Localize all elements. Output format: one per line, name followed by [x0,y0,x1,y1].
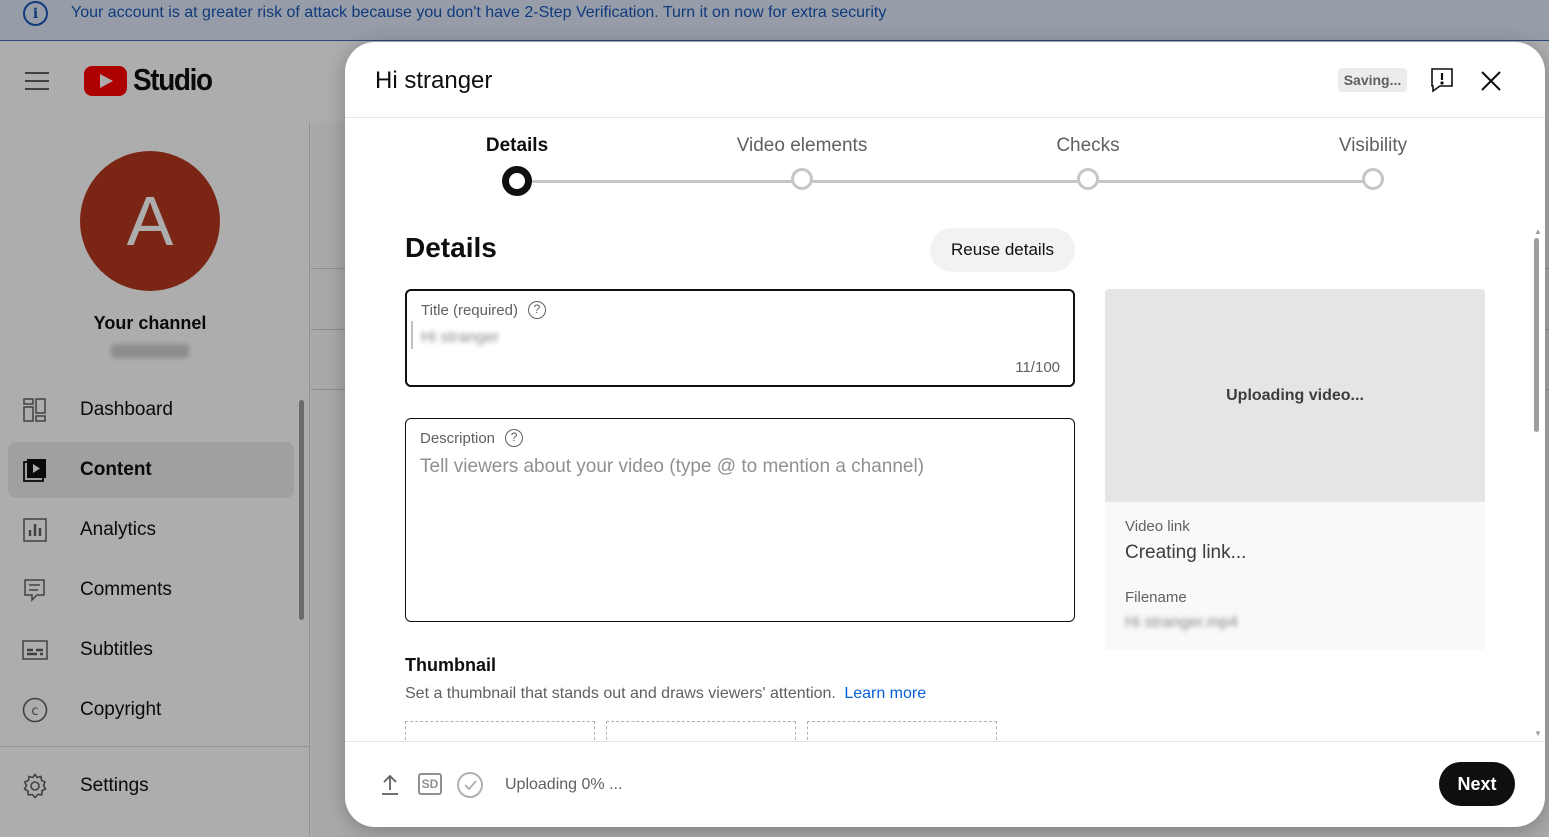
thumbnail-heading: Thumbnail [405,655,496,675]
thumbnail-option-slot[interactable] [606,721,796,741]
thumbnail-description-text: Set a thumbnail that stands out and draw… [405,685,836,702]
checks-status-icon [457,772,483,798]
step-video-elements[interactable]: Video elements [702,135,902,190]
step-checks[interactable]: Checks [988,135,1188,190]
next-button[interactable]: Next [1439,762,1515,806]
step-indicator [502,166,532,196]
title-label-text: Title (required) [421,301,518,319]
video-link-value: Creating link... [1125,542,1247,563]
step-indicator [1077,168,1099,190]
step-visibility[interactable]: Visibility [1273,135,1473,190]
title-field-label: Title (required) ? [421,301,546,319]
description-field[interactable]: Description ? Tell viewers about your vi… [405,418,1075,622]
upload-icon[interactable] [377,772,403,798]
scroll-up-arrow-icon[interactable]: ▲ [1534,227,1542,236]
description-field-label: Description ? [420,429,524,447]
description-label-text: Description [420,429,496,447]
upload-progress-text: Uploading 0% ... [505,776,623,793]
filename-value: Hi stranger.mp4 [1125,614,1238,631]
details-content: Details Reuse details Title (required) ?… [345,227,1545,741]
filename-label: Filename [1125,589,1187,606]
title-input-value[interactable]: Hi stranger [421,329,499,347]
description-input-placeholder[interactable]: Tell viewers about your video (type @ to… [420,456,924,478]
step-label: Details [485,135,549,156]
learn-more-link[interactable]: Learn more [844,685,926,702]
sd-quality-icon: SD [418,773,442,795]
text-cursor [411,321,413,349]
thumbnail-description: Set a thumbnail that stands out and draw… [405,685,926,703]
video-preview-card: Uploading video... Video link Creating l… [1105,289,1485,650]
step-label: Visibility [1338,135,1408,156]
section-heading: Details [405,232,497,263]
feedback-icon[interactable] [1430,67,1454,93]
dialog-footer-divider [345,741,1545,742]
scroll-down-arrow-icon[interactable]: ▼ [1534,729,1542,738]
title-char-count: 11/100 [1015,359,1060,376]
video-preview-area: Uploading video... [1105,289,1485,502]
step-details[interactable]: Details [417,135,617,196]
saving-status-badge: Saving... [1338,68,1407,92]
step-indicator [1362,168,1384,190]
content-scrollbar[interactable] [1534,238,1539,432]
help-icon[interactable]: ? [527,301,546,319]
close-icon[interactable] [1478,68,1504,94]
thumbnail-option-slot[interactable] [807,721,997,741]
thumbnail-upload-slot[interactable] [405,721,595,741]
step-label: Video elements [736,135,868,156]
step-indicator [791,168,813,190]
upload-dialog: Hi stranger Saving... Details Video elem… [345,42,1545,827]
help-icon[interactable]: ? [505,429,524,447]
reuse-details-button[interactable]: Reuse details [930,228,1075,272]
stepper-track [517,180,1373,183]
dialog-title: Hi stranger [375,67,493,94]
dialog-header-divider [345,117,1545,118]
step-label: Checks [1056,135,1120,156]
title-field[interactable]: Title (required) ? Hi stranger 11/100 [405,289,1075,387]
video-link-label: Video link [1125,518,1190,535]
